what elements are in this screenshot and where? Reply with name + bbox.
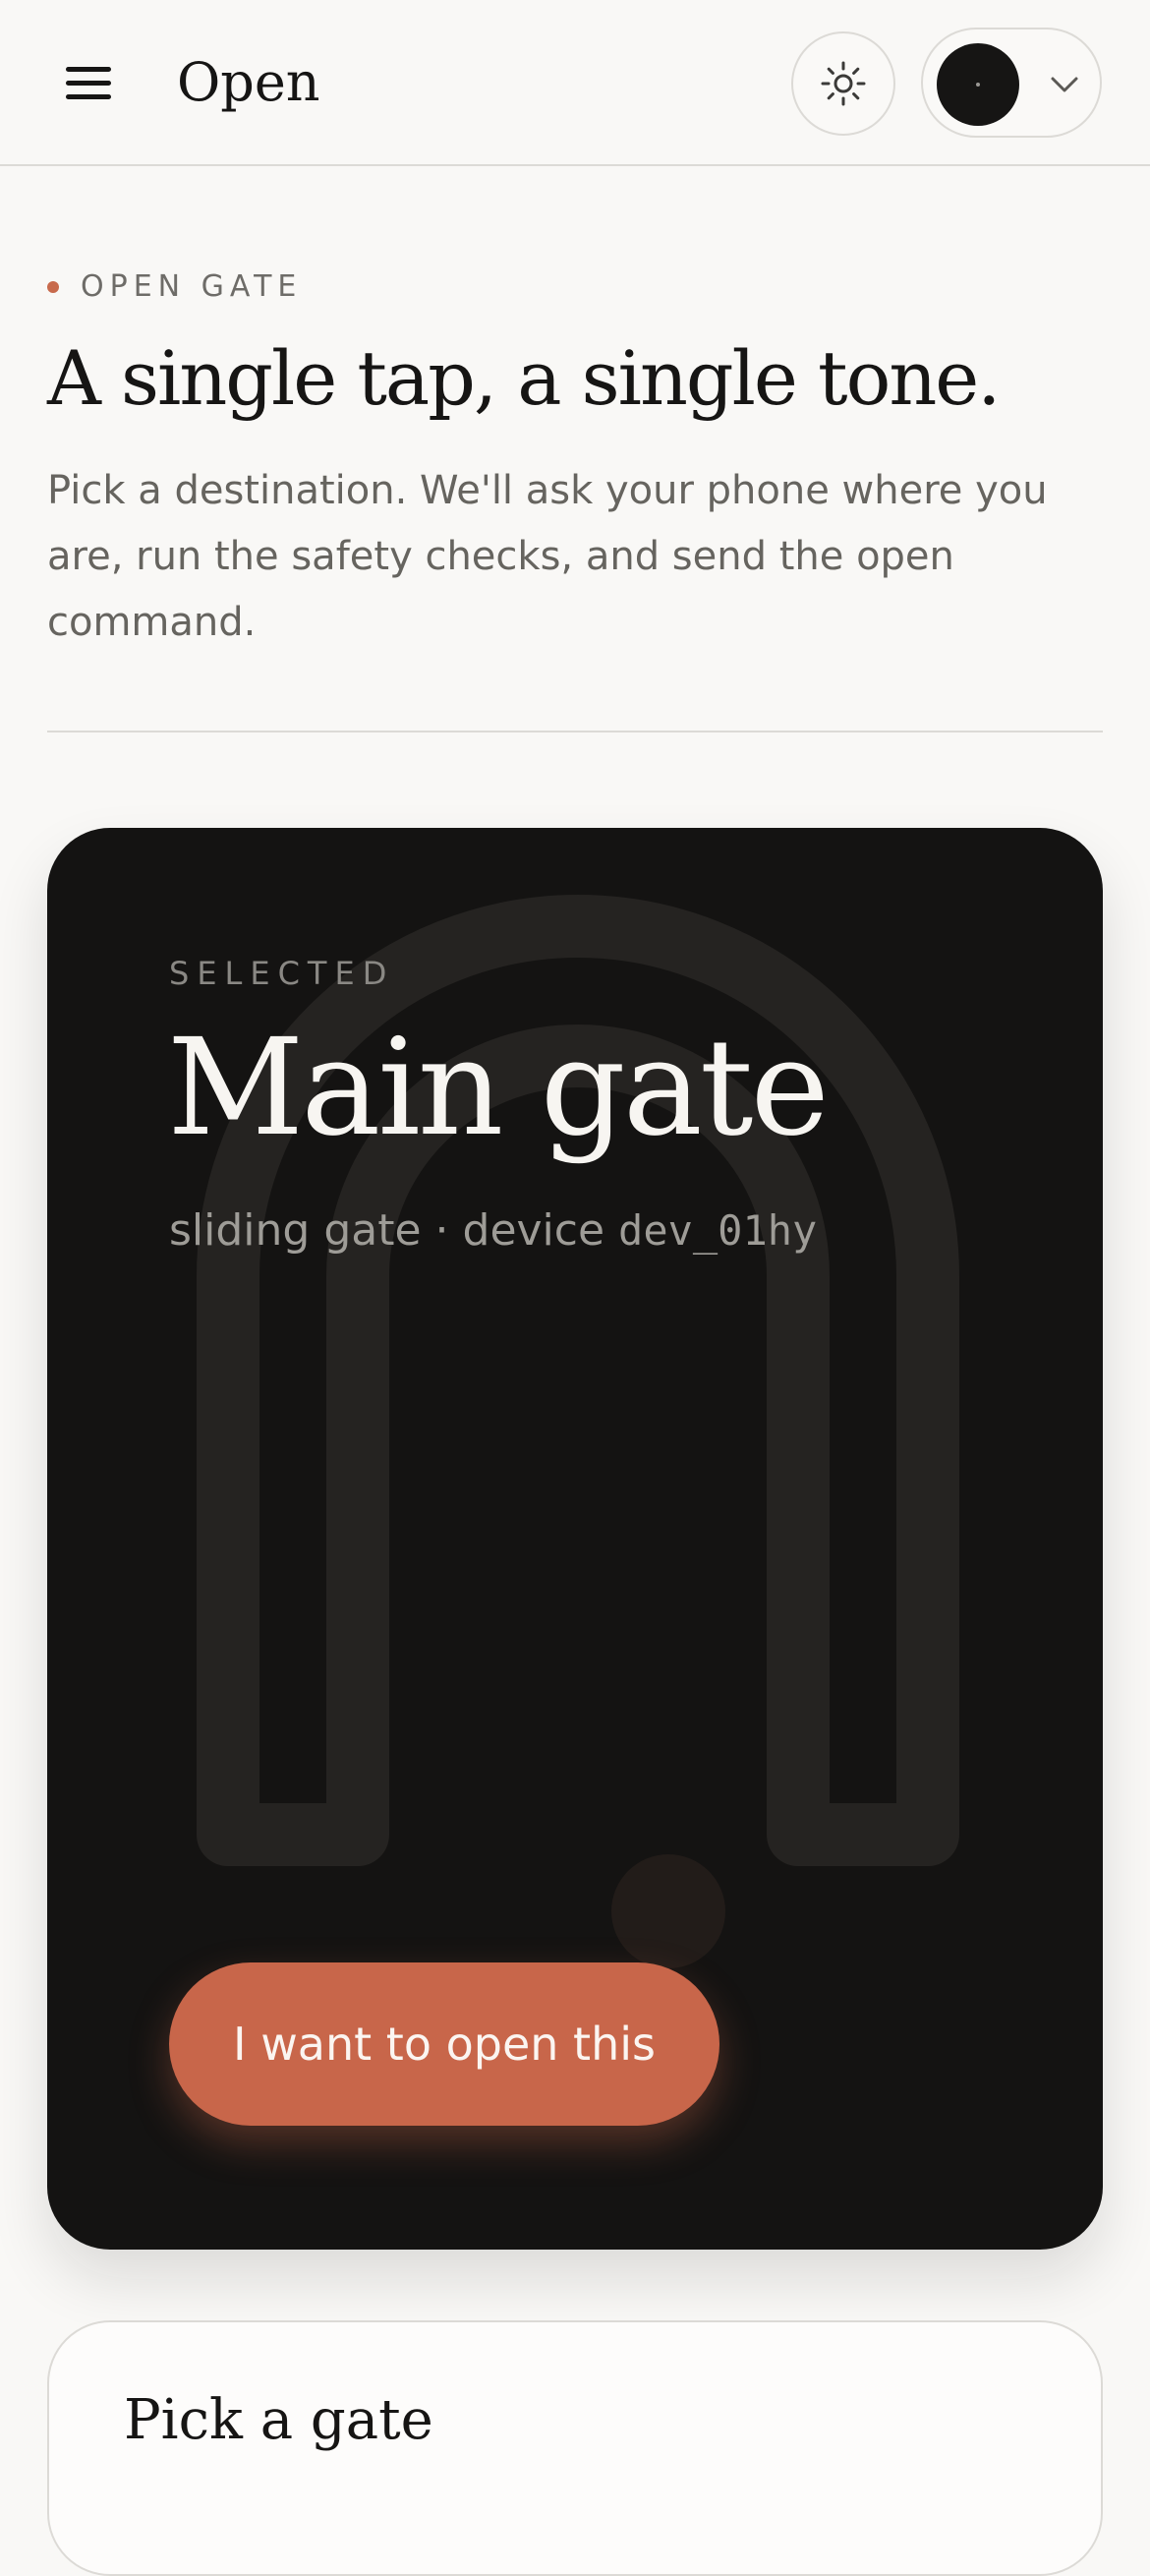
page-description: Pick a destination. We'll ask your phone… [47,468,1048,645]
device-id: dev_01hy [618,1206,818,1255]
meta-separator: · [421,1205,463,1256]
account-menu-button[interactable] [921,28,1102,138]
gate-picker-card: Pick a gate [47,2320,1103,2576]
chevron-down-icon [1051,77,1078,92]
page-headline: A single tap, a single tone. [47,334,1001,422]
divider [47,731,1103,732]
section-eyebrow: OPEN GATE [47,267,302,307]
gate-type: sliding gate [169,1205,422,1256]
selected-label: SELECTED [169,955,395,992]
gate-meta: sliding gate · device dev_01hy [169,1201,817,1260]
menu-line [66,93,111,99]
selected-gate-card: SELECTED Main gate sliding gate · device… [47,828,1103,2250]
menu-line [66,80,111,86]
eyebrow-label: OPEN GATE [81,269,303,304]
menu-line [66,66,111,72]
open-gate-button[interactable]: I want to open this [169,1962,719,2126]
gate-name: Main gate [167,1011,830,1166]
gate-picker-title: Pick a gate [124,2388,433,2452]
theme-toggle-button[interactable] [791,31,895,136]
avatar [937,43,1019,126]
sun-icon [821,61,866,106]
app-title: Open [177,51,320,113]
hamburger-menu-icon[interactable] [51,51,126,114]
accent-dot [47,281,59,293]
device-prefix: device [462,1205,619,1256]
top-app-bar: Open [0,0,1150,166]
